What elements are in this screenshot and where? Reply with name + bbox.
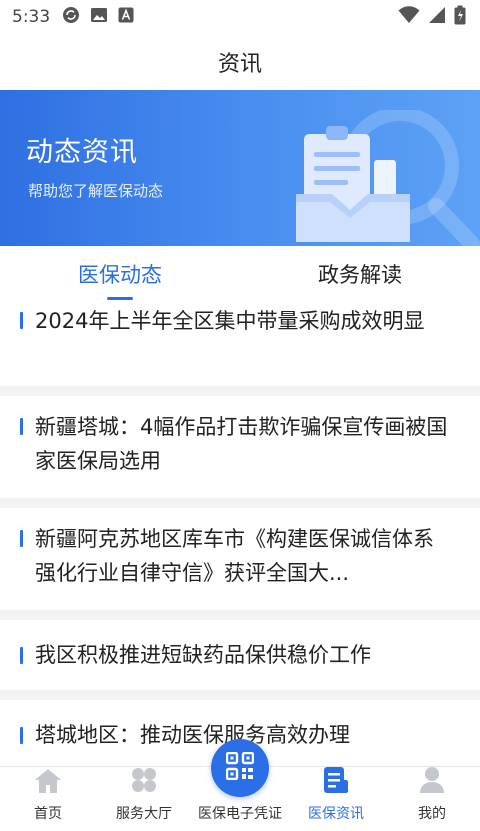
list-item-marker <box>20 312 23 329</box>
nav-label: 我的 <box>418 806 446 822</box>
list-item-marker <box>20 418 23 435</box>
image-icon <box>90 7 108 28</box>
tab-bar: 医保动态 政务解读 <box>0 246 480 302</box>
list-item[interactable]: 新疆塔城：4幅作品打击欺诈骗保宣传画被国家医保局选用 <box>0 396 480 498</box>
nav-label: 首页 <box>34 806 62 822</box>
list-item-marker <box>20 530 23 547</box>
nav-medical-e-card[interactable]: 医保电子凭证 <box>192 739 288 831</box>
nav-label: 医保资讯 <box>308 806 364 822</box>
list-item-marker <box>20 646 23 664</box>
news-title: 塔城地区：推动医保服务高效办理 <box>35 723 350 747</box>
list-item[interactable]: 2024年上半年全区集中带量采购成效明显 <box>0 302 480 386</box>
qr-code-button[interactable] <box>211 739 269 797</box>
list-item-marker <box>20 726 23 744</box>
nav-profile[interactable]: 我的 <box>384 767 480 831</box>
qr-code-icon <box>225 751 255 784</box>
nav-medical-news[interactable]: 医保资讯 <box>288 767 384 831</box>
banner-subtitle: 帮助您了解医保动态 <box>28 182 164 200</box>
news-icon <box>323 766 349 798</box>
nav-label: 服务大厅 <box>116 806 172 822</box>
text-a-icon <box>118 7 134 28</box>
list-item[interactable]: 我区积极推进短缺药品保供稳价工作 <box>0 620 480 690</box>
list-item[interactable]: 新疆阿克苏地区库车市《构建医保诚信体系 强化行业自律守信》获评全国大... <box>0 508 480 610</box>
news-list: 2024年上半年全区集中带量采购成效明显 新疆塔城：4幅作品打击欺诈骗保宣传画被… <box>0 302 480 766</box>
news-title: 我区积极推进短缺药品保供稳价工作 <box>35 643 371 667</box>
banner: 动态资讯 帮助您了解医保动态 <box>0 90 480 246</box>
nav-label: 医保电子凭证 <box>198 806 282 822</box>
sync-icon <box>62 6 80 29</box>
signal-icon <box>428 6 446 29</box>
clipboard-search-icon <box>290 107 480 246</box>
battery-icon <box>454 5 466 30</box>
nav-service-hall[interactable]: 服务大厅 <box>96 767 192 831</box>
wifi-icon <box>398 5 420 29</box>
news-title: 新疆塔城：4幅作品打击欺诈骗保宣传画被国家医保局选用 <box>35 415 448 473</box>
news-title: 2024年上半年全区集中带量采购成效明显 <box>35 309 425 333</box>
home-icon <box>34 768 62 798</box>
news-title: 新疆阿克苏地区库车市《构建医保诚信体系 强化行业自律守信》获评全国大... <box>35 527 434 585</box>
page-title: 资讯 <box>217 52 262 77</box>
grid-icon <box>130 766 158 798</box>
tab-label: 医保动态 <box>78 263 162 287</box>
tab-indicator <box>107 297 133 300</box>
tab-medical-news[interactable]: 医保动态 <box>0 246 240 302</box>
nav-home[interactable]: 首页 <box>0 767 96 831</box>
tab-policy-interpretation[interactable]: 政务解读 <box>240 246 480 302</box>
banner-title: 动态资讯 <box>26 137 138 168</box>
user-icon <box>419 766 445 798</box>
status-time: 5:33 <box>12 7 51 27</box>
tab-label: 政务解读 <box>318 263 402 287</box>
status-bar: 5:33 <box>0 0 480 34</box>
bottom-nav: 首页 服务大厅 医保电子凭证 医保资讯 我的 <box>0 739 480 831</box>
